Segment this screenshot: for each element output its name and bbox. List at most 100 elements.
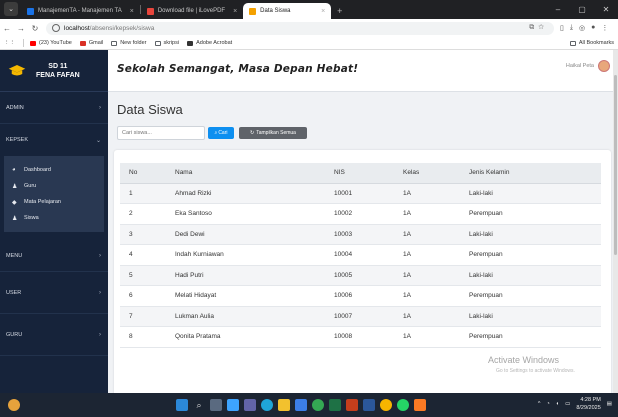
bookmark-new-folder[interactable]: New folder	[111, 40, 147, 46]
extensions-icon[interactable]: ▯	[560, 24, 564, 32]
bookmarks-bar: ⋮⋮ (23) YouTube Gmail New folder skripsi…	[0, 37, 618, 50]
cell-jenis-kelamin: Perempuan	[460, 203, 601, 225]
apps-icon[interactable]: ⋮⋮	[4, 40, 15, 46]
cell-no: 5	[120, 265, 166, 286]
cell-kelas: 1A	[394, 244, 460, 266]
sidebar-menu-admin[interactable]: ADMIN ›	[0, 92, 108, 124]
tab-manajemen-ta[interactable]: ManajemenTA - Manajemen TA ×	[21, 3, 140, 19]
new-tab-icon[interactable]: +	[331, 6, 348, 19]
search-button[interactable]: ⌕ Cari	[208, 127, 234, 139]
tab-close-icon[interactable]: ×	[130, 8, 134, 15]
sidebar-menu-kepsek[interactable]: KEPSEK ⌄	[0, 124, 108, 156]
volume-icon[interactable]: ◖	[556, 401, 559, 407]
tab-data-siswa[interactable]: Data Siswa ×	[243, 3, 332, 19]
all-bookmarks[interactable]: All Bookmarks	[569, 40, 614, 46]
menu-kebab-icon[interactable]: ⋮	[601, 24, 608, 32]
cell-jenis-kelamin: Laki-laki	[460, 183, 601, 204]
minimize-icon[interactable]: –	[546, 0, 570, 19]
cell-nama: Lukman Aulia	[166, 306, 325, 327]
task-view-icon[interactable]	[210, 399, 222, 411]
paint-icon[interactable]	[380, 399, 392, 411]
cell-kelas: 1A	[394, 183, 460, 204]
teams-icon[interactable]	[244, 399, 256, 411]
notification-icon[interactable]: ▤	[607, 401, 612, 407]
cell-nis: 10002	[325, 203, 394, 225]
page-scrollbar[interactable]	[613, 50, 618, 393]
user-menu[interactable]: Haikal Peta	[566, 60, 610, 72]
tab-close-icon[interactable]: ×	[233, 8, 237, 15]
battery-icon[interactable]: ▭	[565, 401, 570, 407]
sidebar-item-guru[interactable]: ♟ Guru	[4, 178, 104, 194]
download-icon[interactable]: ⤓	[570, 24, 573, 32]
bookmark-label: Adobe Acrobat	[196, 40, 233, 46]
edge-icon[interactable]	[261, 399, 273, 411]
cell-jenis-kelamin: Laki-laki	[460, 265, 601, 286]
search-icon[interactable]: ⌕	[193, 399, 205, 411]
sidebar-item-mata-pelajaran[interactable]: ◆ Mata Pelajaran	[4, 194, 104, 210]
file-explorer-icon[interactable]	[278, 399, 290, 411]
chevron-down-icon: ⌄	[95, 137, 101, 144]
cell-no: 4	[120, 244, 166, 266]
gmail-icon	[79, 40, 86, 46]
history-icon[interactable]: ◎	[579, 24, 585, 32]
bookmark-label: Gmail	[88, 40, 104, 46]
cell-jenis-kelamin: Perempuan	[460, 244, 601, 266]
cell-no: 6	[120, 285, 166, 307]
show-all-button[interactable]: ↻ Tampilkan Semua	[239, 127, 307, 139]
tab-close-icon[interactable]: ×	[321, 8, 325, 15]
bookmark-gmail[interactable]: Gmail	[79, 40, 104, 46]
profile-icon[interactable]: ●	[591, 24, 595, 32]
widgets-icon[interactable]	[227, 399, 239, 411]
table-row: 8 Qonita Pratama 10008 1A Perempuan	[120, 326, 601, 348]
start-icon[interactable]	[176, 399, 188, 411]
cell-kelas: 1A	[394, 203, 460, 225]
sidebar-menu-guru[interactable]: GURU ›	[0, 314, 108, 356]
back-icon[interactable]: ←	[0, 24, 14, 33]
xampp-icon[interactable]	[414, 399, 426, 411]
menu-label: GURU	[6, 331, 23, 338]
bookmark-star-icon[interactable]: ⧉☆	[529, 24, 548, 32]
chevron-right-icon: ›	[99, 331, 101, 338]
whatsapp-icon[interactable]	[397, 399, 409, 411]
sub-item-label: Guru	[24, 183, 37, 189]
clock[interactable]: 4:28 PM 8/29/2025	[576, 396, 600, 412]
tab-search-icon[interactable]: ⌄	[4, 2, 18, 16]
sidebar-item-dashboard[interactable]: ◕ Dashboard	[4, 162, 104, 178]
forward-icon[interactable]: →	[14, 24, 28, 33]
bookmark-skripsi[interactable]: skripsi	[154, 40, 179, 46]
tab-label: ManajemenTA - Manajemen TA	[38, 8, 122, 14]
bookmark-adobe[interactable]: Adobe Acrobat	[187, 40, 232, 46]
sidebar-item-siswa[interactable]: ♟ Siswa	[4, 210, 104, 226]
brand-name: SD 11 FENA FAFAN	[36, 62, 80, 80]
sub-item-label: Dashboard	[24, 167, 51, 173]
sidebar-menu-menu[interactable]: MENU ›	[0, 240, 108, 272]
cell-nama: Indah Kurniawan	[166, 244, 325, 266]
tab-ilovepdf[interactable]: Download file | iLovePDF ×	[141, 3, 243, 19]
cell-jenis-kelamin: Laki-laki	[460, 224, 601, 245]
close-window-icon[interactable]: ✕	[594, 0, 618, 19]
url-host: localhost	[64, 24, 90, 32]
menu-label: KEPSEK	[6, 137, 29, 143]
store-icon[interactable]	[295, 399, 307, 411]
search-input[interactable]	[117, 126, 205, 140]
powerpoint-icon[interactable]	[346, 399, 358, 411]
reload-icon[interactable]: ↻	[28, 24, 42, 33]
browser-tab-strip: ⌄ ManajemenTA - Manajemen TA × Download …	[0, 0, 618, 19]
browser-toolbar: ← → ↻ localhost/absensi/kepsek/siswa ⧉☆ …	[0, 19, 618, 37]
table-row: 1 Ahmad Rizki 10001 1A Laki-laki	[120, 183, 601, 204]
chrome-icon[interactable]	[312, 399, 324, 411]
weather-icon[interactable]	[8, 399, 20, 411]
excel-icon[interactable]	[329, 399, 341, 411]
brand[interactable]: SD 11 FENA FAFAN	[0, 50, 108, 92]
maximize-icon[interactable]: ▢	[570, 0, 594, 19]
word-icon[interactable]	[363, 399, 375, 411]
cell-nis: 10004	[325, 244, 394, 266]
network-icon[interactable]: ◔	[546, 401, 549, 407]
address-bar[interactable]: localhost/absensi/kepsek/siswa ⧉☆	[46, 21, 554, 35]
sidebar-menu-user[interactable]: USER ›	[0, 272, 108, 314]
tray-overflow-icon[interactable]: ^	[538, 401, 541, 407]
site-info-icon[interactable]	[52, 24, 60, 32]
folder-icon	[569, 40, 576, 46]
scrollbar-thumb[interactable]	[614, 75, 617, 255]
bookmark-youtube[interactable]: (23) YouTube	[30, 40, 72, 46]
